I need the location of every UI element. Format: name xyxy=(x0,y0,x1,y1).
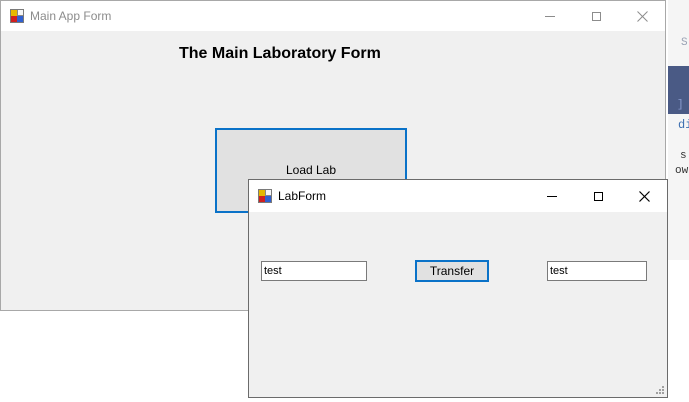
lab-form-icon xyxy=(258,189,272,203)
background-ide-window: S ] di s ow xyxy=(668,0,689,260)
lab-maximize-button[interactable] xyxy=(575,180,621,212)
ide-text-fragment-di: di xyxy=(678,118,689,132)
lab-close-button[interactable] xyxy=(621,180,667,212)
close-icon xyxy=(638,190,650,202)
main-maximize-button[interactable] xyxy=(573,1,619,31)
lab-minimize-button[interactable] xyxy=(529,180,575,212)
main-heading-label: The Main Laboratory Form xyxy=(179,45,381,62)
maximize-icon xyxy=(593,191,603,201)
main-window-title: Main App Form xyxy=(30,9,112,23)
main-window-caption-buttons xyxy=(527,1,665,31)
maximize-icon xyxy=(591,11,601,21)
lab-form-window: LabForm Transfer xyxy=(248,179,668,398)
lab-window-caption-buttons xyxy=(529,180,667,212)
main-window-titlebar[interactable]: Main App Form xyxy=(1,1,665,31)
ide-text-fragment-s2: s xyxy=(680,150,687,162)
resize-grip-icon[interactable] xyxy=(655,385,665,395)
lab-window-title: LabForm xyxy=(278,189,327,203)
ide-text-fragment-s: S xyxy=(681,37,688,49)
minimize-icon xyxy=(547,195,557,197)
left-textbox[interactable] xyxy=(261,261,367,281)
lab-window-titlebar[interactable]: LabForm xyxy=(249,180,667,212)
app-form-icon xyxy=(10,9,24,23)
ide-text-fragment-bracket: ] xyxy=(677,99,684,111)
ide-text-fragment-ow: ow xyxy=(675,165,689,177)
main-close-button[interactable] xyxy=(619,1,665,31)
main-minimize-button[interactable] xyxy=(527,1,573,31)
close-icon xyxy=(636,10,648,22)
transfer-button[interactable]: Transfer xyxy=(415,260,489,282)
right-textbox[interactable] xyxy=(547,261,647,281)
minimize-icon xyxy=(545,15,555,17)
